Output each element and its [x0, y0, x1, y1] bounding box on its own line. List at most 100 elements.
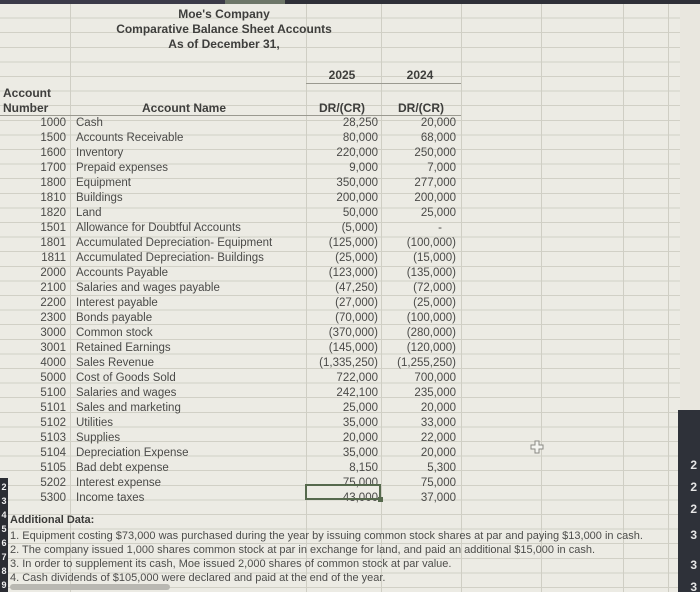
value-2025[interactable]: 242,100 — [290, 386, 378, 401]
account-name[interactable]: Bonds payable — [76, 311, 152, 326]
account-name[interactable]: Sales Revenue — [76, 356, 154, 371]
fill-handle[interactable] — [378, 497, 383, 502]
account-name[interactable]: Retained Earnings — [76, 341, 171, 356]
value-2025[interactable]: (25,000) — [290, 251, 378, 266]
table-row[interactable]: 1500 Accounts Receivable 80,000 68,000 — [0, 131, 460, 146]
value-2024[interactable]: (120,000) — [380, 341, 456, 356]
value-2025[interactable]: 35,000 — [290, 446, 378, 461]
value-2025[interactable]: (70,000) — [290, 311, 378, 326]
account-name[interactable]: Income taxes — [76, 491, 144, 506]
account-number[interactable]: 2000 — [20, 266, 66, 281]
account-number[interactable]: 1000 — [20, 116, 66, 131]
table-row[interactable]: 5104 Depreciation Expense 35,000 20,000 — [0, 446, 460, 461]
account-number[interactable]: 2200 — [20, 296, 66, 311]
row-number[interactable]: 7 — [0, 552, 8, 562]
value-2024[interactable]: 33,000 — [380, 416, 456, 431]
account-number[interactable]: 1800 — [20, 176, 66, 191]
account-name[interactable]: Accounts Receivable — [76, 131, 183, 146]
account-number[interactable]: 1811 — [20, 251, 66, 266]
value-2025[interactable]: 220,000 — [290, 146, 378, 161]
value-2025[interactable]: (370,000) — [290, 326, 378, 341]
account-name[interactable]: Accumulated Depreciation- Equipment — [76, 236, 272, 251]
row-number[interactable]: 2 — [0, 482, 8, 492]
value-2024[interactable]: 68,000 — [380, 131, 456, 146]
value-2024[interactable]: (135,000) — [380, 266, 456, 281]
row-number[interactable]: 3 — [0, 496, 8, 506]
table-row[interactable]: 5103 Supplies 20,000 22,000 — [0, 431, 460, 446]
table-row[interactable]: 1000 Cash 28,250 20,000 — [0, 116, 460, 131]
account-number[interactable]: 3001 — [20, 341, 66, 356]
value-2024[interactable]: (15,000) — [380, 251, 456, 266]
value-2024[interactable]: (72,000) — [380, 281, 456, 296]
value-2025[interactable]: (125,000) — [290, 236, 378, 251]
value-2024[interactable]: 20,000 — [380, 446, 456, 461]
account-name[interactable]: Accumulated Depreciation- Buildings — [76, 251, 264, 266]
account-number[interactable]: 1810 — [20, 191, 66, 206]
account-number[interactable]: 1500 — [20, 131, 66, 146]
value-2024[interactable]: (280,000) — [380, 326, 456, 341]
value-2025[interactable]: (27,000) — [290, 296, 378, 311]
account-number[interactable]: 1600 — [20, 146, 66, 161]
table-row[interactable]: 1811 Accumulated Depreciation- Buildings (… — [0, 251, 460, 266]
account-name[interactable]: Prepaid expenses — [76, 161, 168, 176]
account-name[interactable]: Allowance for Doubtful Accounts — [76, 221, 241, 236]
account-number[interactable]: 2100 — [20, 281, 66, 296]
selected-cell[interactable] — [305, 484, 383, 502]
table-row[interactable]: 2300 Bonds payable (70,000) (100,000) — [0, 311, 460, 326]
account-name[interactable]: Cash — [76, 116, 103, 131]
value-2024[interactable]: (1,255,250) — [380, 356, 456, 371]
account-name[interactable]: Interest payable — [76, 296, 158, 311]
account-number[interactable]: 3000 — [20, 326, 66, 341]
account-number[interactable]: 5202 — [20, 476, 66, 491]
value-2025[interactable]: 722,000 — [290, 371, 378, 386]
value-2024[interactable]: (25,000) — [380, 296, 456, 311]
account-name[interactable]: Utilities — [76, 416, 113, 431]
table-row[interactable]: 2100 Salaries and wages payable (47,250) (7… — [0, 281, 460, 296]
value-2025[interactable]: 350,000 — [290, 176, 378, 191]
account-number[interactable]: 1820 — [20, 206, 66, 221]
value-2025[interactable]: 25,000 — [290, 401, 378, 416]
value-2024[interactable]: (100,000) — [380, 311, 456, 326]
account-name[interactable]: Salaries and wages — [76, 386, 176, 401]
value-2025[interactable]: 8,150 — [290, 461, 378, 476]
value-2024[interactable]: 5,300 — [380, 461, 456, 476]
account-name[interactable]: Salaries and wages payable — [76, 281, 220, 296]
table-row[interactable]: 1700 Prepaid expenses 9,000 7,000 — [0, 161, 460, 176]
account-number[interactable]: 5104 — [20, 446, 66, 461]
value-2025[interactable]: (1,335,250) — [290, 356, 378, 371]
value-2024[interactable]: 20,000 — [380, 116, 456, 131]
account-number[interactable]: 5100 — [20, 386, 66, 401]
row-number[interactable]: 5 — [0, 524, 8, 534]
account-number[interactable]: 2300 — [20, 311, 66, 326]
account-number[interactable]: 5000 — [20, 371, 66, 386]
account-number[interactable]: 1700 — [20, 161, 66, 176]
value-2024[interactable]: - — [380, 221, 456, 236]
value-2025[interactable]: 9,000 — [290, 161, 378, 176]
account-number[interactable]: 1501 — [20, 221, 66, 236]
value-2024[interactable]: 235,000 — [380, 386, 456, 401]
table-row[interactable]: 1800 Equipment 350,000 277,000 — [0, 176, 460, 191]
value-2024[interactable]: 700,000 — [380, 371, 456, 386]
account-name[interactable]: Inventory — [76, 146, 123, 161]
value-2025[interactable]: (145,000) — [290, 341, 378, 356]
table-row[interactable]: 3000 Common stock (370,000) (280,000) — [0, 326, 460, 341]
value-2025[interactable]: 80,000 — [290, 131, 378, 146]
value-2024[interactable]: (100,000) — [380, 236, 456, 251]
table-row[interactable]: 1810 Buildings 200,000 200,000 — [0, 191, 460, 206]
account-name[interactable]: Depreciation Expense — [76, 446, 189, 461]
value-2025[interactable]: 50,000 — [290, 206, 378, 221]
value-2024[interactable]: 200,000 — [380, 191, 456, 206]
value-2024[interactable]: 250,000 — [380, 146, 456, 161]
value-2024[interactable]: 277,000 — [380, 176, 456, 191]
value-2024[interactable]: 22,000 — [380, 431, 456, 446]
value-2025[interactable]: 28,250 — [290, 116, 378, 131]
table-row[interactable]: 1501 Allowance for Doubtful Accounts (5,00… — [0, 221, 460, 236]
value-2024[interactable]: 37,000 — [380, 491, 456, 506]
table-row[interactable]: 2000 Accounts Payable (123,000) (135,000) — [0, 266, 460, 281]
value-2025[interactable]: (123,000) — [290, 266, 378, 281]
value-2024[interactable]: 7,000 — [380, 161, 456, 176]
table-row[interactable]: 5102 Utilities 35,000 33,000 — [0, 416, 460, 431]
table-row[interactable]: 1600 Inventory 220,000 250,000 — [0, 146, 460, 161]
value-2025[interactable]: 35,000 — [290, 416, 378, 431]
row-number[interactable]: 8 — [0, 566, 8, 576]
